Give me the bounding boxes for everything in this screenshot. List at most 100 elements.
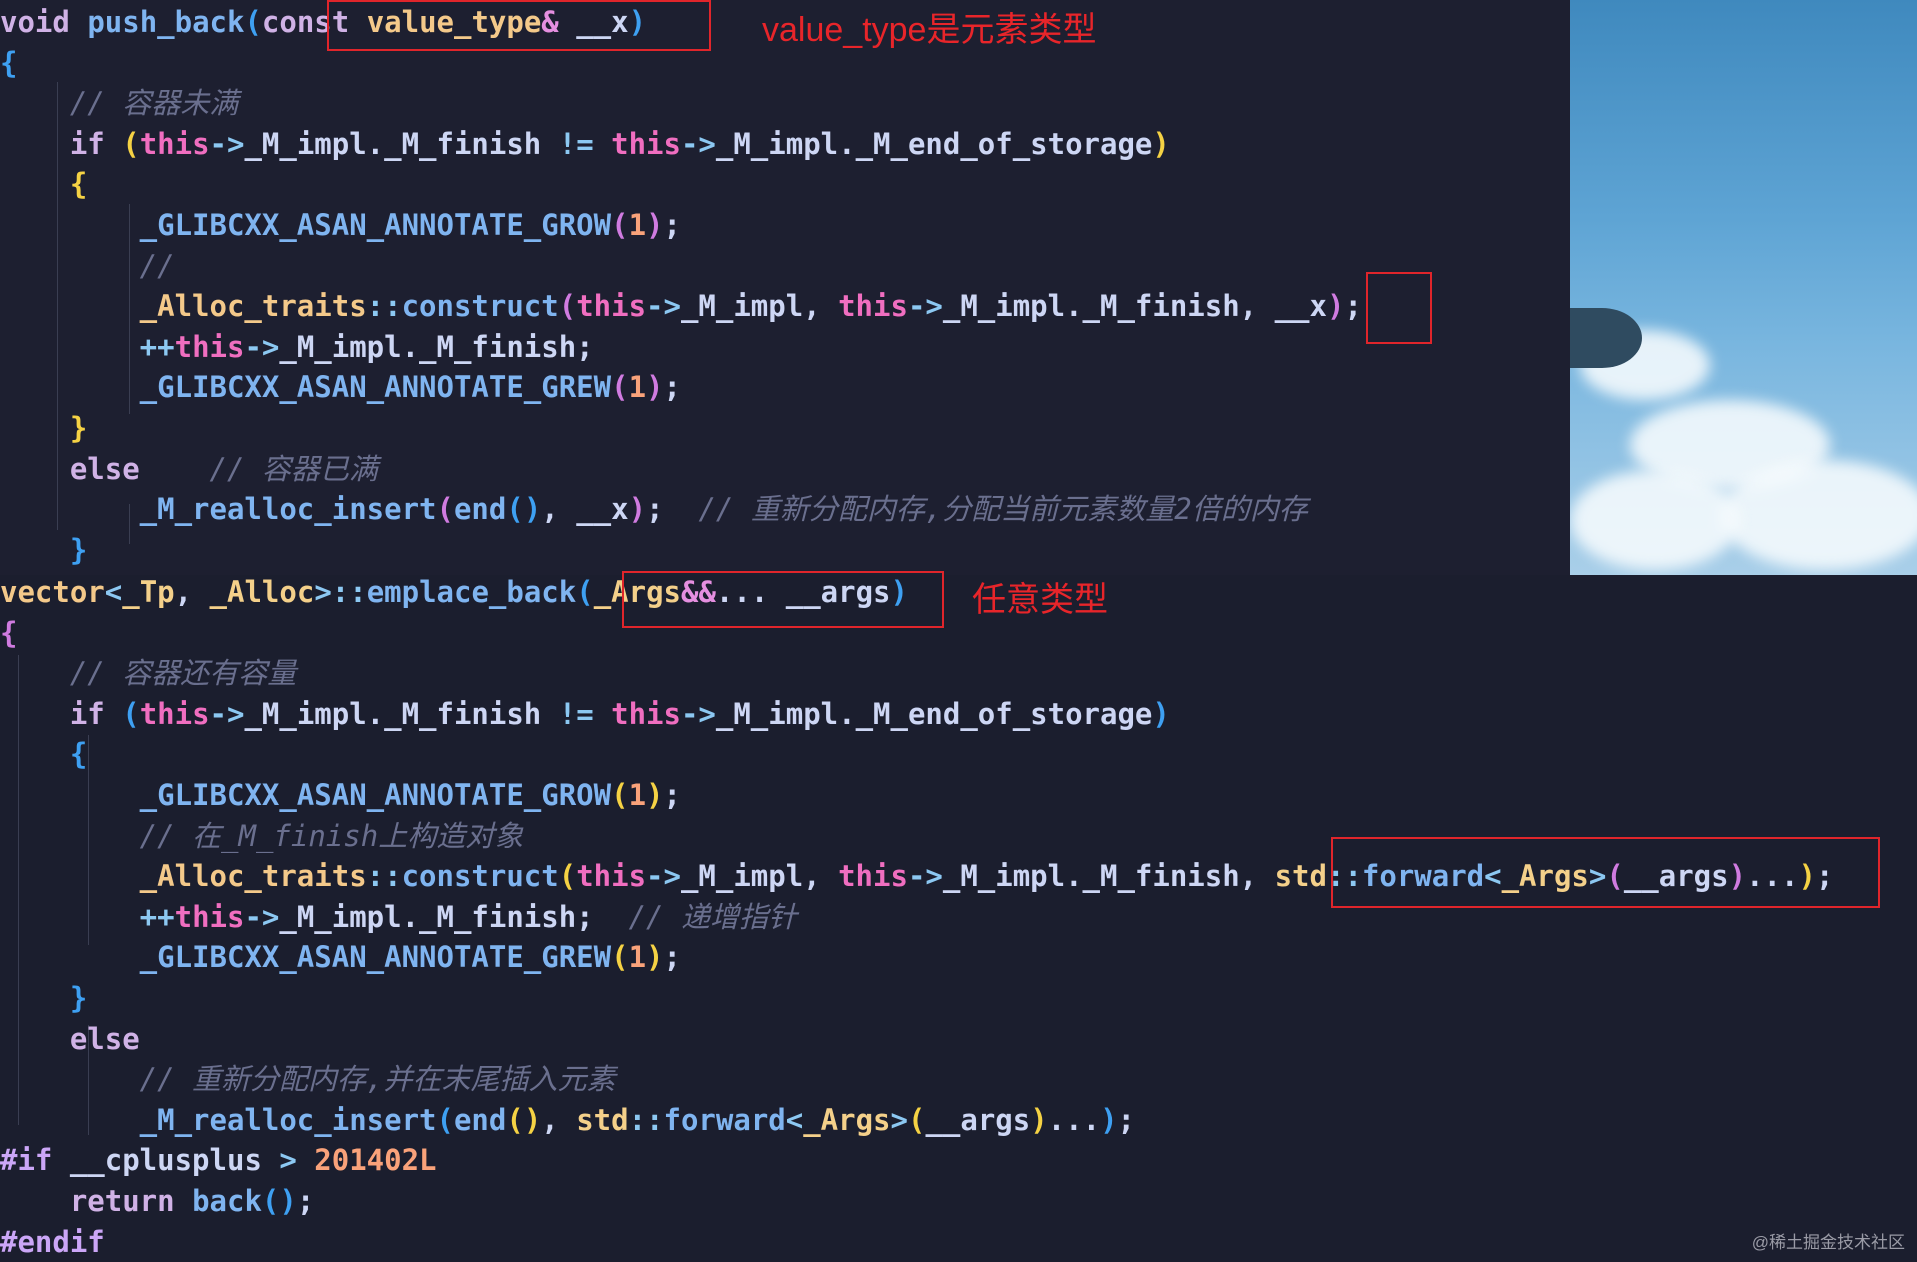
- code-line[interactable]: _Alloc_traits::construct(this->_M_impl, …: [0, 286, 1362, 327]
- code-token: ->: [908, 289, 943, 323]
- code-line[interactable]: {: [0, 734, 1833, 775]
- code-line[interactable]: _GLIBCXX_ASAN_ANNOTATE_GROW(1);: [0, 205, 1362, 246]
- code-token: ): [1327, 289, 1344, 323]
- code-token: _M_impl._M_finish,: [943, 859, 1275, 893]
- code-token: ,: [175, 575, 210, 609]
- code-line[interactable]: //: [0, 246, 1362, 287]
- code-token: _GLIBCXX_ASAN_ANNOTATE_GROW: [0, 778, 611, 812]
- code-token: <: [786, 1103, 803, 1137]
- code-token: ...: [1048, 1103, 1100, 1137]
- code-token: 1: [629, 370, 646, 404]
- code-token: {: [0, 737, 87, 771]
- code-token: (): [506, 492, 541, 526]
- code-token: >: [891, 1103, 908, 1137]
- args-annotation: 任意类型: [972, 572, 1108, 621]
- code-line[interactable]: }: [0, 530, 1362, 571]
- cloud: [1570, 470, 1740, 570]
- code-line[interactable]: _M_realloc_insert(end(), std::forward<_A…: [0, 1100, 1833, 1141]
- code-line[interactable]: else // 容器已满: [0, 449, 1362, 490]
- code-token: (: [611, 940, 628, 974]
- code-token: // 重新分配内存,并在末尾插入元素: [0, 1062, 616, 1096]
- push-back-code-panel: void push_back(const value_type& __x){ /…: [0, 0, 1570, 577]
- code-token: _GLIBCXX_ASAN_ANNOTATE_GROW: [0, 208, 611, 242]
- code-token: ;: [664, 940, 681, 974]
- code-token: ::: [367, 289, 402, 323]
- code-token: (: [559, 859, 576, 893]
- code-token: _Tp: [122, 575, 174, 609]
- code-token: 1: [629, 208, 646, 242]
- code-token: ->: [646, 289, 681, 323]
- code-token: 201402L: [314, 1143, 436, 1177]
- code-line[interactable]: #endif: [0, 1222, 1833, 1262]
- code-token: (: [437, 492, 454, 526]
- code-token: ->: [681, 697, 716, 731]
- code-line[interactable]: if (this->_M_impl._M_finish != this->_M_…: [0, 694, 1833, 735]
- code-token: >: [279, 1143, 314, 1177]
- code-token: (: [576, 575, 593, 609]
- code-token: else: [0, 1022, 140, 1056]
- code-token: ;: [1118, 1103, 1135, 1137]
- code-token: !=: [559, 697, 611, 731]
- value-type-annotation: value_type是元素类型: [762, 2, 1096, 51]
- code-line[interactable]: _M_realloc_insert(end(), __x); // 重新分配内存…: [0, 489, 1362, 530]
- code-token: // 容器已满: [210, 452, 378, 486]
- code-token: // 递增指针: [629, 900, 797, 934]
- watermark: @稀土掘金技术社区: [1752, 1228, 1905, 1253]
- code-line[interactable]: // 容器还有容量: [0, 653, 1833, 694]
- code-token: ): [646, 778, 663, 812]
- code-token: (: [908, 1103, 925, 1137]
- code-line[interactable]: // 重新分配内存,并在末尾插入元素: [0, 1059, 1833, 1100]
- code-token: // 容器还有容量: [0, 656, 296, 690]
- code-token: __cplusplus: [70, 1143, 280, 1177]
- code-token: ): [1030, 1103, 1047, 1137]
- code-token: ->: [646, 859, 681, 893]
- code-token: (: [611, 370, 628, 404]
- code-token: <: [105, 575, 122, 609]
- code-token: push_back: [87, 5, 244, 39]
- code-token: _M_impl._M_finish: [244, 697, 558, 731]
- code-line[interactable]: {: [0, 164, 1362, 205]
- code-token: (: [559, 289, 576, 323]
- code-line[interactable]: _GLIBCXX_ASAN_ANNOTATE_GREW(1);: [0, 367, 1362, 408]
- code-token: std: [1275, 859, 1327, 893]
- push-back-code[interactable]: void push_back(const value_type& __x){ /…: [0, 2, 1362, 570]
- code-token: ::: [629, 1103, 664, 1137]
- code-line[interactable]: _GLIBCXX_ASAN_ANNOTATE_GROW(1);: [0, 775, 1833, 816]
- value-type-highlight-box: [327, 0, 711, 51]
- code-line[interactable]: return back();: [0, 1181, 1833, 1222]
- code-token: ): [1100, 1103, 1117, 1137]
- emplace-back-code[interactable]: vector<_Tp, _Alloc>::emplace_back(_Args&…: [0, 572, 1833, 1262]
- code-line[interactable]: #if __cplusplus > 201402L: [0, 1140, 1833, 1181]
- code-token: ): [629, 492, 646, 526]
- code-token: ): [646, 370, 663, 404]
- code-token: _M_impl._M_finish: [244, 127, 558, 161]
- code-token: ;: [664, 370, 681, 404]
- code-token: if: [0, 697, 122, 731]
- code-token: this: [140, 697, 210, 731]
- code-line[interactable]: }: [0, 978, 1833, 1019]
- code-line[interactable]: ++this->_M_impl._M_finish;: [0, 327, 1362, 368]
- code-token: this: [611, 697, 681, 731]
- code-line[interactable]: if (this->_M_impl._M_finish != this->_M_…: [0, 124, 1362, 165]
- code-token: (: [122, 697, 139, 731]
- code-token: forward: [664, 1103, 786, 1137]
- code-line[interactable]: // 容器未满: [0, 83, 1362, 124]
- code-token: _GLIBCXX_ASAN_ANNOTATE_GREW: [0, 370, 611, 404]
- code-line[interactable]: else: [0, 1019, 1833, 1060]
- code-line[interactable]: }: [0, 408, 1362, 449]
- code-token: _M_impl._M_finish;: [279, 330, 593, 364]
- code-token: {: [0, 167, 87, 201]
- code-token: end: [454, 492, 506, 526]
- code-token: (: [611, 208, 628, 242]
- code-token: _Alloc_traits: [0, 289, 367, 323]
- code-token: {: [0, 46, 17, 80]
- code-token: this: [140, 127, 210, 161]
- code-token: this: [838, 289, 908, 323]
- code-token: #endif: [0, 1225, 105, 1259]
- code-token: {: [0, 616, 17, 650]
- args-highlight-box: [622, 571, 944, 628]
- code-token: ->: [244, 900, 279, 934]
- code-token: ++: [0, 330, 175, 364]
- code-token: ): [646, 940, 663, 974]
- code-line[interactable]: _GLIBCXX_ASAN_ANNOTATE_GREW(1);: [0, 937, 1833, 978]
